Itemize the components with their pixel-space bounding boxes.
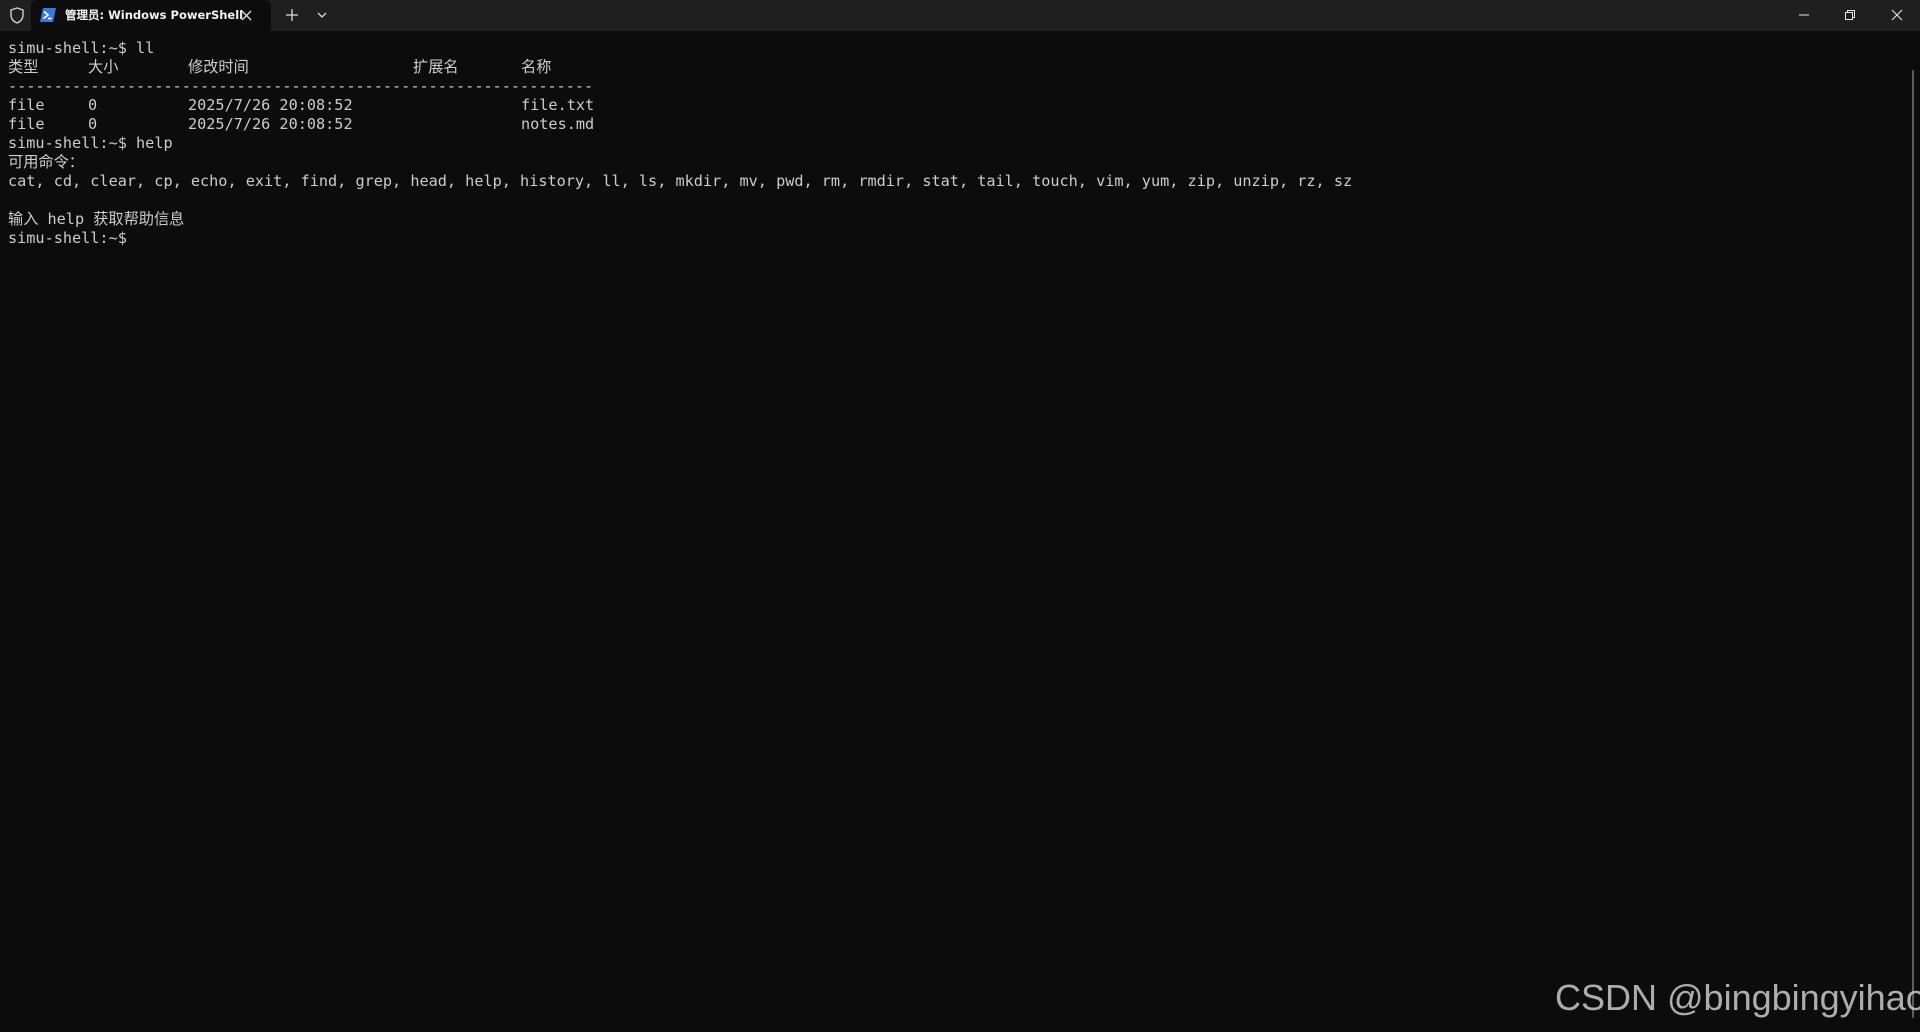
tab-title: 管理员: Windows PowerShell — [65, 8, 244, 22]
prompt: simu-shell:~$ — [8, 39, 127, 57]
row-name: notes.md — [521, 115, 595, 133]
table-separator: ----------------------------------------… — [8, 77, 594, 95]
new-tab-plus-icon[interactable] — [283, 6, 301, 24]
restore-icon — [1845, 10, 1855, 20]
row-type: file — [8, 96, 45, 114]
minimize-button[interactable] — [1781, 0, 1827, 31]
row-name: file.txt — [521, 96, 595, 114]
scrollbar[interactable] — [1912, 70, 1914, 1018]
header-type: 类型 — [8, 58, 39, 76]
title-bar[interactable]: 管理员: Windows PowerShell — [0, 0, 1920, 31]
row-modified: 2025/7/26 20:08:52 — [188, 115, 353, 133]
row-modified: 2025/7/26 20:08:52 — [188, 96, 353, 114]
restore-button[interactable] — [1827, 0, 1873, 31]
close-icon — [1891, 9, 1903, 21]
row-type: file — [8, 115, 45, 133]
command-line: simu-shell:~$ ll — [8, 39, 1898, 58]
tab-powershell[interactable]: 管理员: Windows PowerShell — [31, 0, 271, 31]
row-size: 0 — [88, 96, 98, 114]
prompt: simu-shell:~$ — [8, 134, 127, 152]
header-name: 名称 — [521, 58, 552, 76]
table-row: file 0 2025/7/26 20:08:52 file.txt — [8, 96, 1898, 115]
available-commands-label: 可用命令： — [8, 153, 84, 171]
command-text: help — [136, 134, 173, 152]
current-prompt-line[interactable]: simu-shell:~$ — [8, 229, 1898, 248]
command-line: simu-shell:~$ help — [8, 134, 1898, 153]
tab-close-icon[interactable] — [238, 7, 255, 24]
header-modified: 修改时间 — [188, 58, 249, 76]
terminal-output[interactable]: simu-shell:~$ ll 类型 大小 修改时间 扩展名 名称 -----… — [8, 39, 1898, 248]
table-header: 类型 大小 修改时间 扩展名 名称 — [8, 58, 1898, 77]
row-size: 0 — [88, 115, 98, 133]
table-row: file 0 2025/7/26 20:08:52 notes.md — [8, 115, 1898, 134]
help-hint: 输入 help 获取帮助信息 — [8, 210, 185, 228]
close-window-button[interactable] — [1874, 0, 1920, 31]
header-extension: 扩展名 — [413, 58, 459, 76]
header-size: 大小 — [88, 58, 119, 76]
minimize-icon — [1799, 14, 1809, 16]
terminal-window: 管理员: Windows PowerShell simu-shell:~$ ll… — [0, 0, 1920, 1032]
watermark: CSDN @bingbingyihao — [1555, 977, 1920, 1018]
command-list: cat, cd, clear, cp, echo, exit, find, gr… — [8, 172, 1353, 190]
chevron-down-icon[interactable] — [313, 6, 331, 24]
shield-icon — [9, 7, 25, 24]
prompt: simu-shell:~$ — [8, 229, 127, 247]
command-text: ll — [136, 39, 155, 57]
powershell-icon — [40, 8, 56, 22]
